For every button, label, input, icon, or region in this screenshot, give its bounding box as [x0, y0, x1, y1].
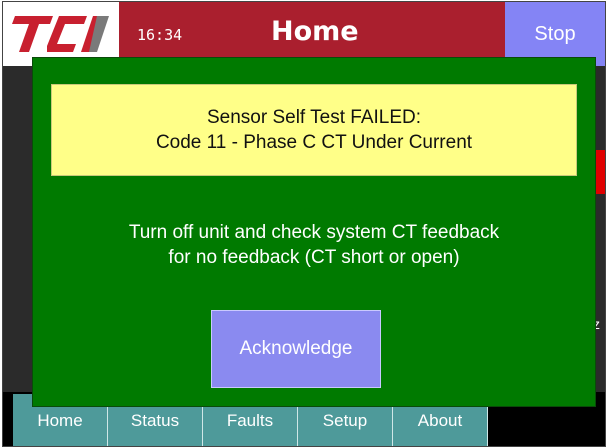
header-bar: 16:34 Home Stop [3, 2, 605, 66]
acknowledge-button[interactable]: Acknowledge [211, 310, 381, 388]
fault-dialog: Sensor Self Test FAILED: Code 11 - Phase… [33, 58, 595, 406]
stop-button[interactable]: Stop [505, 2, 605, 66]
fault-alert-code: Code 11 - Phase C CT Under Current [155, 132, 473, 153]
logo [3, 2, 119, 66]
fault-alert-box: Sensor Self Test FAILED: Code 11 - Phase… [51, 84, 577, 176]
hmi-screen: 16:34 Home Stop z Home Status Faults Set… [2, 1, 606, 447]
fault-instructions: Turn off unit and check system CT feedba… [33, 220, 595, 270]
page-title: Home [271, 16, 359, 47]
clock: 16:34 [137, 26, 183, 44]
header-status-bar: 16:34 Home [119, 2, 505, 66]
tci-logo-icon [12, 16, 109, 52]
instruction-line-2: for no feedback (CT short or open) [168, 247, 460, 268]
instruction-line-1: Turn off unit and check system CT feedba… [128, 222, 500, 243]
fault-alert-title: Sensor Self Test FAILED: [206, 107, 422, 128]
